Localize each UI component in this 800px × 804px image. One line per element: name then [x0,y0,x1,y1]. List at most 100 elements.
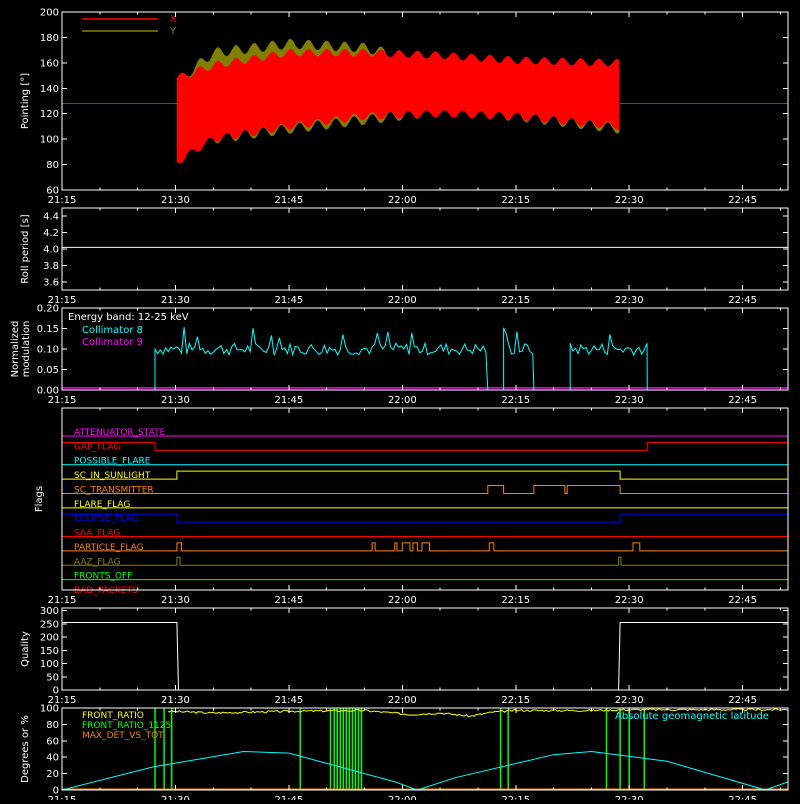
flag-trace-gap-flag [62,441,788,451]
legend-label-y: Y [169,26,177,37]
y-tick-label: 100 [40,659,59,670]
y-tick-label: 60 [46,186,59,197]
y-axis-label: Quality [20,631,31,667]
flag-label-fronts-off: FRONTS_OFF [74,572,132,582]
legend-label-collimator-9: Collimator 9 [82,337,143,348]
flag-label-eclipse-flag: ECLIPSE_FLAG [74,514,138,524]
x-tick-label: 21:15 [48,195,77,206]
flag-label-particle-flag: PARTICLE_FLAG [74,543,144,553]
y-tick-label: 140 [40,84,59,95]
flag-trace-aaz-flag [62,556,788,566]
y-axis-label: Flags [34,486,45,512]
x-tick-label: 22:00 [388,295,417,306]
geomagnetic-latitude-label: Absolute geomagnetic latitude [615,711,769,722]
legend: Energy band: 12-25 keV Collimator 8Collim… [68,312,189,348]
x-tick-label: 22:30 [615,395,644,406]
y-tick-label: 180 [40,33,59,44]
x-tick-label: 21:45 [274,295,303,306]
x-tick-label: 21:30 [161,695,190,706]
series-collimator-8-segment [569,334,648,390]
x-tick-label: 21:15 [48,595,77,606]
axes-frame [61,407,789,591]
x-tick-label: 22:45 [728,395,757,406]
y-tick-label: 0.10 [37,345,59,356]
y-tick-label: 0 [53,686,59,697]
x-tick-label: 22:15 [501,695,530,706]
x-tick-label: 21:30 [161,595,190,606]
x-tick-label: 22:45 [728,595,757,606]
y-tick-label: 0.00 [37,386,59,397]
x-tick-label: 22:30 [615,695,644,706]
legend: FRONT_RATIOFRONT_RATIO_1125MAX_DET_VS_TO… [82,711,769,741]
y-axis-label: Degrees or % [20,715,31,783]
x-tick-label: 22:30 [615,195,644,206]
y-tick-label: 4.0 [43,245,59,256]
x-tick-label: 22:30 [615,795,644,800]
x-tick-label: 21:45 [274,695,303,706]
flag-label-saa-flag: SAA_FLAG [74,529,120,539]
x-tick-label: 21:30 [161,395,190,406]
legend-label-front-ratio-1125: FRONT_RATIO_1125 [82,721,171,731]
flag-label-aaz-flag: AAZ_FLAG [74,557,121,567]
axes-frame [61,207,789,291]
plot-area [62,327,788,390]
y-tick-label: 50 [46,672,59,683]
y-tick-label: 250 [40,619,59,630]
legend: XY [82,14,177,37]
y-tick-label: 100 [40,704,59,715]
x-tick-label: 22:15 [501,595,530,606]
y-tick-label: 200 [40,633,59,644]
series-quality [62,622,788,690]
flag-trace-sc-transmitter [62,484,788,494]
figure: XY 21:15 21:30 21:45 22:00 22:15 22:30 22:45 60 8… [10,8,789,804]
x-tick-label: 22:15 [501,795,530,800]
x-tick-label: 22:00 [388,195,417,206]
y-tick-label: 0.20 [37,304,59,315]
panel-pointing: XY 21:15 21:30 21:45 22:00 22:15 22:30 22:45 60 8… [20,8,789,206]
panel-roll: 21:15 21:30 21:45 22:00 22:15 22:30 22:453.63.… [20,207,789,306]
y-axis-label: Pointing [°] [20,73,31,129]
x-tick-label: 21:30 [161,195,190,206]
x-tick-label: 21:45 [274,195,303,206]
series-geomagnetic-latitude [62,750,788,790]
y-tick-label: 20 [46,769,59,780]
x-tick-label: 21:45 [274,595,303,606]
series-collimator-8-segment [154,327,489,390]
legend-label-x: X [170,14,177,25]
y-tick-label: 100 [40,135,59,146]
panel-flags: ATTENUATOR_STATE GAP_FLAG POSSIBLE_FLARE SC… [34,407,789,606]
x-tick-label: 22:45 [728,195,757,206]
plot-area [62,38,788,164]
x-tick-label: 21:30 [161,795,190,800]
x-tick-label: 22:15 [501,295,530,306]
flag-label-attenuator-state: ATTENUATOR_STATE [74,428,166,438]
y-axis-label: Normalizedmodulation [10,321,32,378]
x-tick-label: 21:30 [161,295,190,306]
y-tick-label: 80 [46,720,59,731]
x-tick-label: 22:00 [388,795,417,800]
y-tick-label: 120 [40,109,59,120]
y-tick-label: 4.4 [43,212,59,223]
flag-label-sc-transmitter: SC_TRANSMITTER [74,485,154,495]
series-x-band [176,48,620,164]
x-tick-label: 22:30 [615,595,644,606]
y-axis-label: Roll period [s] [20,214,31,283]
y-tick-label: 300 [40,606,59,617]
axes-frame [61,607,789,691]
x-tick-label: 22:00 [388,595,417,606]
y-tick-label: 200 [40,8,59,19]
y-tick-label: 40 [46,753,59,764]
y-tick-label: 160 [40,58,59,69]
x-tick-label: 22:00 [388,695,417,706]
y-tick-label: 4.2 [43,228,59,239]
x-tick-label: 22:30 [615,295,644,306]
x-tick-label: 22:00 [388,395,417,406]
flag-label-gap-flag: GAP_FLAG [74,442,120,452]
x-tick-label: 21:45 [274,395,303,406]
x-tick-label: 22:45 [728,695,757,706]
legend-label-collimator-8: Collimator 8 [82,325,143,336]
x-tick-label: 22:15 [501,395,530,406]
y-tick-label: 60 [46,736,59,747]
plot-area [62,435,788,581]
x-tick-label: 21:45 [274,795,303,800]
